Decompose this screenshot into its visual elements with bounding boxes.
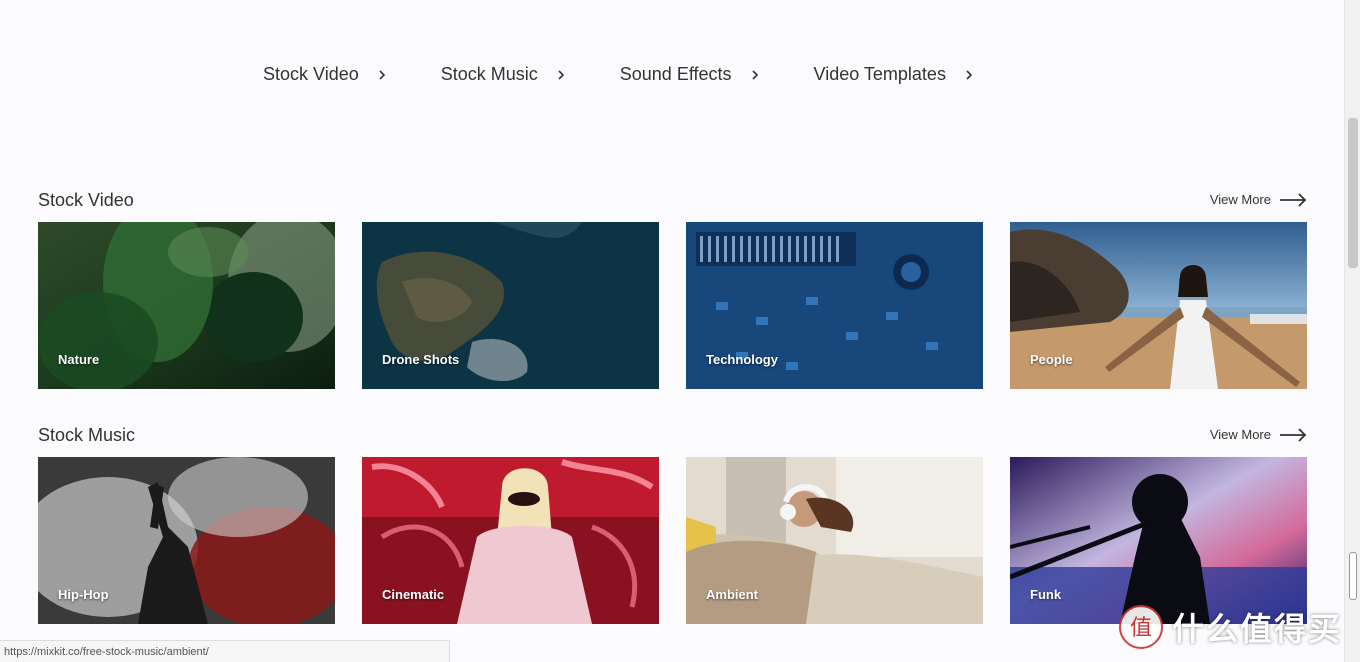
section-title: Stock Music	[38, 425, 136, 445]
status-bar-url: https://mixkit.co/free-stock-music/ambie…	[0, 640, 450, 662]
category-card-technology[interactable]: Technology	[686, 222, 983, 389]
card-label: Drone Shots	[382, 352, 460, 367]
card-label: Ambient	[706, 587, 758, 602]
card-label: Nature	[58, 352, 100, 367]
nav-item-sound-effects[interactable]: Sound Effects	[620, 64, 760, 85]
top-nav: Stock Video Stock Music Sound Effects Vi…	[263, 64, 1028, 85]
nav-item-label: Stock Music	[440, 64, 538, 84]
section-stock-music: Stock Music View More Hip-Hop Cinematic …	[38, 425, 1307, 624]
category-card-ambient[interactable]: Ambient	[686, 457, 983, 624]
nav-item-label: Sound Effects	[619, 64, 732, 84]
section-header: Stock Music View More	[38, 425, 1307, 455]
chevron-right-icon	[379, 69, 385, 80]
watermark-text: 什么值得买	[1171, 611, 1342, 647]
section-title: Stock Video	[38, 190, 134, 210]
arrow-right-icon	[1280, 192, 1307, 207]
category-card-hip-hop[interactable]: Hip-Hop	[38, 457, 335, 624]
card-row: Nature Drone Shots Technology People	[38, 222, 1307, 389]
watermark: 值 什么值得买	[1118, 604, 1342, 650]
view-more-link[interactable]: View More	[1210, 192, 1307, 207]
watermark-logo-icon: 值	[1118, 605, 1163, 649]
watermark-logo-glyph: 值	[1130, 616, 1152, 641]
vertical-scrollbar[interactable]	[1344, 0, 1360, 662]
section-stock-video: Stock Video View More Nature Drone Shots…	[38, 190, 1307, 389]
category-card-nature[interactable]: Nature	[38, 222, 335, 389]
scrollbar-thumb[interactable]	[1348, 118, 1358, 268]
card-label: Cinematic	[382, 587, 445, 602]
scroll-indicator	[1349, 552, 1357, 600]
category-card-drone-shots[interactable]: Drone Shots	[362, 222, 659, 389]
nav-item-stock-music[interactable]: Stock Music	[441, 64, 566, 85]
chevron-right-icon	[966, 69, 973, 80]
card-label: Funk	[1030, 587, 1062, 602]
card-label: Hip-Hop	[58, 587, 109, 602]
card-row: Hip-Hop Cinematic Ambient Funk	[38, 457, 1307, 624]
chevron-right-icon	[558, 69, 564, 80]
section-header: Stock Video View More	[38, 190, 1307, 220]
nav-item-label: Video Templates	[813, 64, 946, 84]
page: Stock Video Stock Music Sound Effects Vi…	[0, 0, 1360, 662]
view-more-label: View More	[1209, 192, 1271, 207]
category-card-cinematic[interactable]: Cinematic	[362, 457, 659, 624]
nav-item-stock-video[interactable]: Stock Video	[263, 64, 387, 85]
arrow-right-icon	[1280, 427, 1307, 442]
view-more-link[interactable]: View More	[1210, 427, 1307, 442]
nav-item-video-templates[interactable]: Video Templates	[814, 64, 974, 85]
view-more-label: View More	[1209, 427, 1271, 442]
category-card-people[interactable]: People	[1010, 222, 1307, 389]
category-card-funk[interactable]: Funk	[1010, 457, 1307, 624]
card-label: Technology	[706, 352, 778, 367]
nav-item-label: Stock Video	[263, 64, 359, 84]
chevron-right-icon	[751, 69, 758, 80]
card-label: People	[1030, 352, 1073, 367]
